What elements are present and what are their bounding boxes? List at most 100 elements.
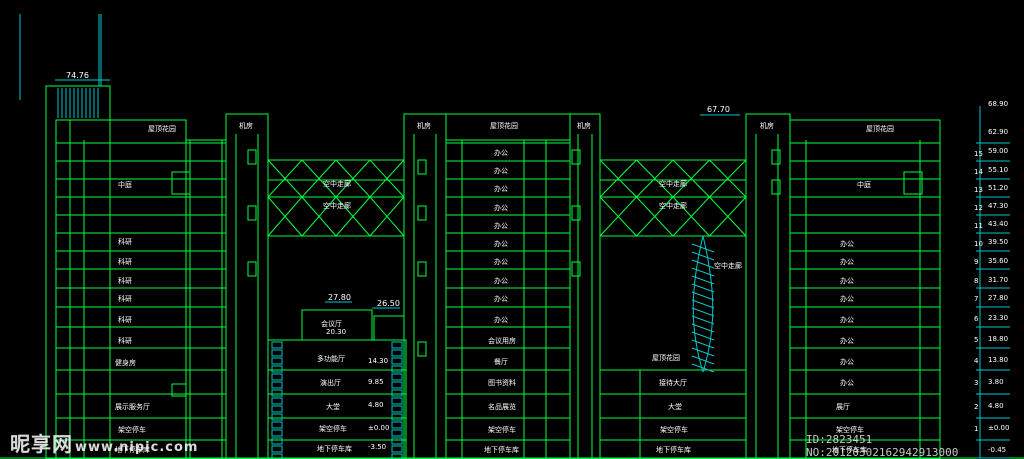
floor-5: 5 (974, 336, 978, 344)
curved-wall-grid (691, 299, 715, 309)
label-dining: 餐厅 (494, 357, 508, 366)
label-office-c6: 办公 (494, 239, 508, 248)
podium-1-stair (271, 429, 283, 437)
label-sky-corridor-4: 空中走廊 (659, 201, 687, 210)
curved-wall-grid (691, 315, 715, 325)
floor-6: 6 (974, 315, 979, 323)
label-bistro: 展示服务厅 (115, 402, 150, 411)
podium-1-stair (271, 373, 283, 381)
podium-1-stair (271, 349, 283, 357)
label-library: 图书资料 (488, 378, 516, 387)
shaft-1-window (247, 261, 257, 277)
elev-4-80: 4.80 (988, 402, 1004, 410)
podium-1-stair (271, 413, 283, 421)
label-basement-2: 地下停车库 (317, 444, 352, 453)
label-basement-c: 地下停车库 (484, 445, 519, 454)
elev-13-80: 13.80 (988, 356, 1008, 364)
floor-7: 7 (974, 295, 978, 303)
podium-1-stair (271, 341, 283, 349)
label-gym: 健身房 (115, 358, 136, 367)
sky-bridge-2 (599, 159, 747, 237)
label-parking-c: 架空停车 (488, 425, 516, 434)
podium-1-stair (271, 445, 283, 453)
label-lobby-2: 大堂 (668, 402, 682, 411)
label-conference: 接待大厅 (659, 378, 687, 387)
level-mark-9-85: 9.85 (368, 378, 384, 386)
podium-1-stair-r (391, 421, 403, 429)
elev-62-90: 62.90 (988, 128, 1008, 136)
label-office-c3: 办公 (494, 184, 508, 193)
curved-wall-grid (691, 251, 715, 261)
elev-31-70: 31.70 (988, 276, 1008, 284)
elev-55-10: 55.10 (988, 166, 1008, 174)
tower-b-body (789, 119, 941, 459)
floor-8: 8 (974, 277, 978, 285)
label-roof-garden-center: 屋顶花园 (490, 121, 518, 130)
label-machine-room-2: 机房 (417, 121, 431, 130)
floor-14: 14 (974, 168, 983, 176)
elev-68-90: 68.90 (988, 100, 1008, 108)
shaft-1 (225, 113, 269, 459)
shaft-2-window (417, 205, 427, 221)
level-mark-14-30: 14.30 (368, 357, 388, 365)
podium-1-stair-r (391, 389, 403, 397)
shaft-3-window (571, 149, 581, 165)
shaft-2-window (417, 159, 427, 175)
section-drawing: 74.76 67.70 27.80 26.50 20.30 14.30 9.85… (0, 14, 1024, 459)
label-exhibition: 名品展览 (488, 402, 516, 411)
podium-1-side (373, 315, 405, 341)
label-atrium-left: 中庭 (118, 180, 132, 189)
podium-1-stair-r (391, 373, 403, 381)
shaft-4-window (771, 149, 781, 165)
tower-b-balcony (903, 171, 923, 195)
label-sky-corridor-2: 空中走廊 (323, 201, 351, 210)
tower-a-core (185, 139, 227, 459)
label-performance: 演出厅 (320, 378, 341, 387)
shaft-1-window (247, 205, 257, 221)
label-office-c2: 办公 (494, 166, 508, 175)
label-office-c8: 办公 (494, 276, 508, 285)
level-mark-20-30: 20.30 (326, 328, 346, 336)
label-office-c9: 办公 (494, 294, 508, 303)
label-lobby-1: 大堂 (326, 402, 340, 411)
floor-11: 11 (974, 222, 983, 230)
level-mark-0-00: ±0.00 (368, 424, 389, 432)
label-basement-3: 地下停车库 (656, 445, 691, 454)
tower-a-balcony (171, 171, 191, 195)
label-office-r3: 办公 (840, 276, 854, 285)
curved-wall-grid (691, 323, 715, 333)
label-show-hall: 展厅 (836, 403, 850, 411)
elev-3-80: 3.80 (988, 378, 1004, 386)
floor-10: 10 (974, 240, 983, 248)
floor-9: 9 (974, 258, 978, 266)
elev-47-30: 47.30 (988, 202, 1008, 210)
floor-13: 13 (974, 186, 983, 194)
label-multi-hall: 多功能厅 (317, 354, 345, 363)
floor-1: 1 (974, 425, 978, 433)
label-machine-room-3: 机房 (577, 121, 591, 130)
curved-wall-grid (691, 339, 715, 349)
curved-wall-grid (691, 259, 715, 269)
level-mark-top-mid: 67.70 (707, 105, 730, 114)
label-sky-corridor-1: 空中走廊 (323, 179, 351, 188)
podium-1-stair-r (391, 429, 403, 437)
label-office-c4: 办公 (494, 203, 508, 212)
label-research-1: 科研 (118, 237, 132, 246)
podium-1-stair-r (391, 349, 403, 357)
label-sky-corridor-3: 空中走廊 (659, 179, 687, 188)
elev-27-80: 27.80 (988, 294, 1008, 302)
sky-bridge-1 (267, 159, 405, 237)
level-mark-4-80: 4.80 (368, 401, 384, 409)
label-parking-2: 架空停车 (319, 424, 347, 433)
label-office-r1: 办公 (840, 239, 854, 248)
label-machine-room-4: 机房 (760, 121, 774, 130)
label-office-r8: 办公 (840, 378, 854, 387)
level-mark-26-50: 26.50 (377, 299, 400, 308)
elev-51-20: 51.20 (988, 184, 1008, 192)
watermark-brand: 昵享网 www.nipic.com (10, 432, 199, 456)
label-office-c7: 办公 (494, 257, 508, 266)
right-elevation-axis: 68.90 62.90 59.00 55.10 51.20 47.30 43.4… (974, 100, 1009, 454)
curved-wall-grid (691, 347, 715, 357)
podium-1-stair-r (391, 413, 403, 421)
label-meeting-room: 会议用房 (488, 336, 516, 345)
